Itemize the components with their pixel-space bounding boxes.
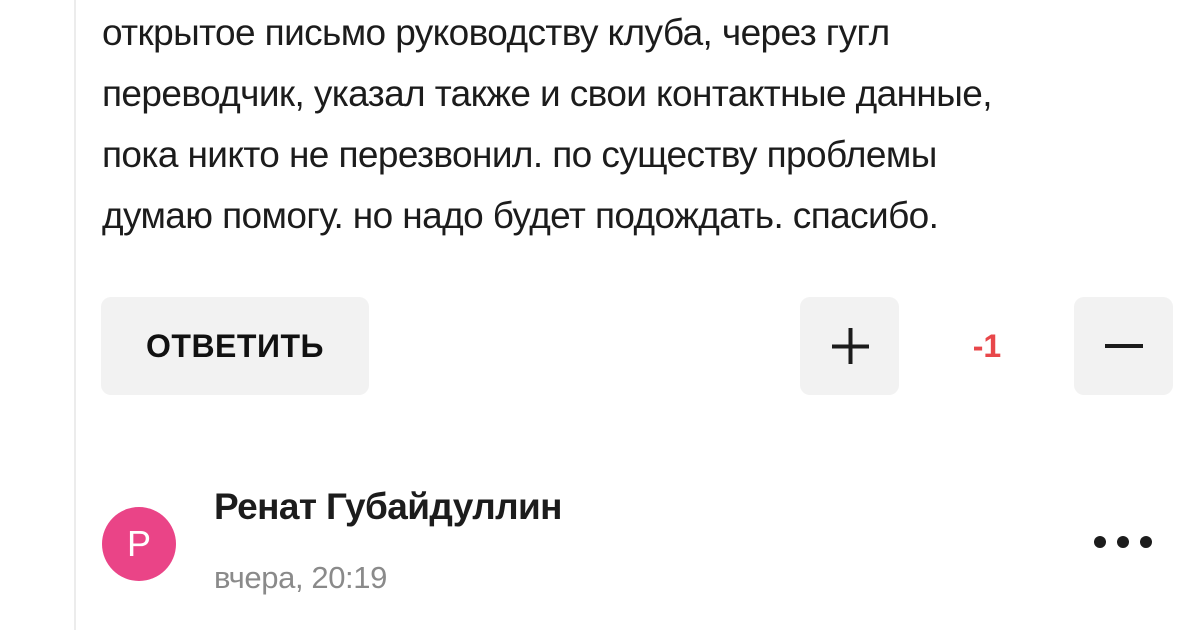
comment-timestamp: вчера, 20:19 xyxy=(214,560,387,595)
comment-text-line: открытое письмо руководству клуба, через… xyxy=(102,12,890,53)
reply-button[interactable]: ОТВЕТИТЬ xyxy=(101,297,369,395)
minus-icon xyxy=(1104,344,1143,348)
comment-menu-button[interactable] xyxy=(1084,520,1164,564)
comments-page: открытое письмо руководству клуба, через… xyxy=(0,0,1200,630)
avatar[interactable]: Р xyxy=(102,507,176,581)
comment-text-line: думаю помогу. но надо будет подождать. с… xyxy=(102,195,939,236)
more-horizontal-icon xyxy=(1094,536,1152,548)
upvote-button[interactable] xyxy=(800,297,899,395)
comment-text-line: переводчик, указал также и свои контактн… xyxy=(102,73,992,114)
author-name[interactable]: Ренат Губайдуллин xyxy=(214,486,563,528)
vote-score: -1 xyxy=(972,327,1002,364)
thread-line xyxy=(74,0,76,630)
comment-text-line: пока никто не перезвонил. по существу пр… xyxy=(102,134,937,175)
downvote-button[interactable] xyxy=(1074,297,1173,395)
plus-icon xyxy=(831,328,869,364)
comment-text: открытое письмо руководству клуба, через… xyxy=(102,2,1172,246)
